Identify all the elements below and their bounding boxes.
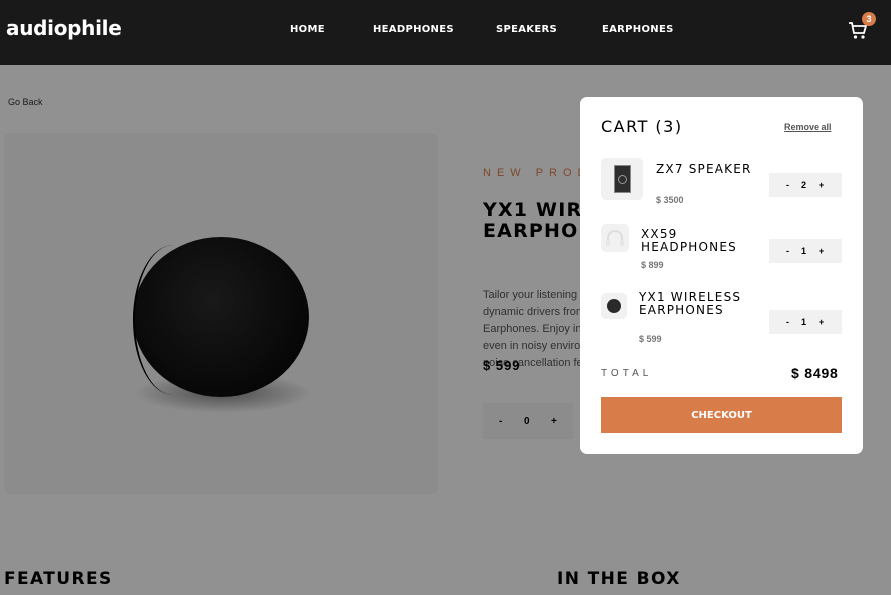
earphones-thumbnail: [601, 293, 627, 319]
nav-home[interactable]: HOME: [290, 24, 325, 35]
speaker-thumbnail: [601, 158, 643, 200]
cart-item-price: $ 599: [639, 334, 662, 344]
cart-item-name: XX59 HEADPHONES: [641, 227, 737, 254]
qty-minus-button[interactable]: -: [786, 317, 789, 327]
cart-item-name: YX1 WIRELESS EARPHONES: [639, 290, 742, 317]
cart-item-name: ZX7 SPEAKER: [656, 162, 752, 176]
quantity-stepper[interactable]: - 1 +: [769, 239, 842, 263]
checkout-button[interactable]: CHECKOUT: [601, 397, 842, 433]
cart-item-zx7-speaker: ZX7 SPEAKER $ 3500 - 2 +: [601, 158, 842, 205]
cart-item-yx1-earphones: YX1 WIRELESS EARPHONES $ 599 - 1 +: [601, 290, 842, 349]
cart-item-xx59-headphones: XX59 HEADPHONES $ 899 - 1 +: [601, 224, 842, 270]
site-header: audiophile HOME HEADPHONES SPEAKERS EARP…: [0, 0, 891, 65]
remove-all-button[interactable]: Remove all: [784, 122, 832, 132]
cart-item-price: $ 3500: [656, 195, 684, 205]
cart-button[interactable]: 3: [846, 12, 880, 42]
quantity-stepper[interactable]: - 2 +: [769, 173, 842, 197]
nav-headphones[interactable]: HEADPHONES: [373, 24, 454, 35]
qty-minus-button[interactable]: -: [786, 180, 789, 190]
main-nav: HOME HEADPHONES SPEAKERS EARPHONES: [0, 24, 891, 38]
qty-plus-button[interactable]: +: [819, 180, 824, 190]
qty-value: 1: [801, 317, 807, 327]
qty-minus-button[interactable]: -: [786, 246, 789, 256]
nav-earphones[interactable]: EARPHONES: [602, 24, 674, 35]
cart-modal: CART (3) Remove all ZX7 SPEAKER $ 3500 -…: [580, 97, 863, 454]
speaker-icon: [614, 165, 631, 193]
cart-count-badge: 3: [862, 12, 876, 26]
qty-plus-button[interactable]: +: [819, 317, 824, 327]
total-label: TOTAL: [601, 368, 653, 379]
quantity-stepper[interactable]: - 1 +: [769, 310, 842, 334]
total-value: $ 8498: [791, 365, 839, 381]
earphones-icon: [607, 299, 621, 313]
nav-speakers[interactable]: SPEAKERS: [496, 24, 557, 35]
headphones-icon: [606, 230, 624, 246]
cart-title: CART (3): [601, 117, 683, 136]
qty-plus-button[interactable]: +: [819, 246, 824, 256]
qty-value: 2: [801, 180, 807, 190]
cart-item-price: $ 899: [641, 260, 664, 270]
headphones-thumbnail: [601, 224, 629, 252]
qty-value: 1: [801, 246, 807, 256]
